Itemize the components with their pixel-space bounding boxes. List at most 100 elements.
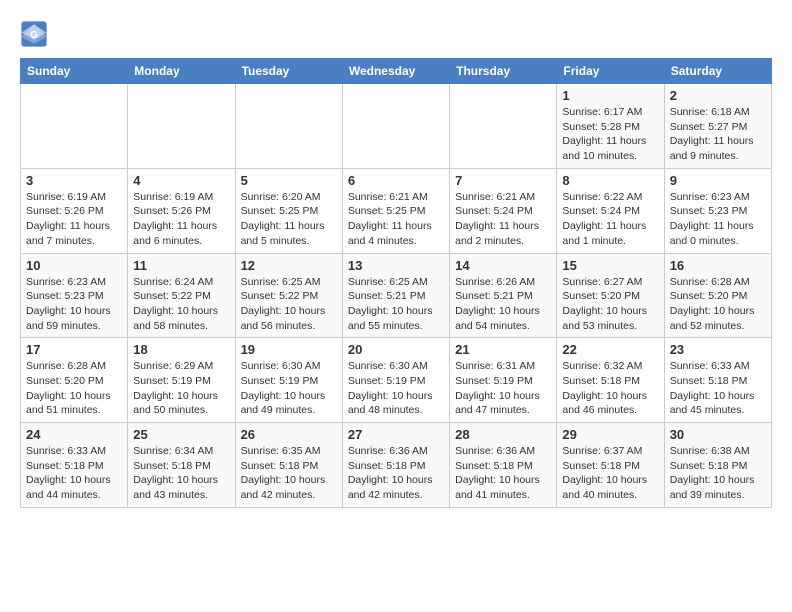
calendar-cell: 22Sunrise: 6:32 AM Sunset: 5:18 PM Dayli… bbox=[557, 338, 664, 423]
calendar-table: SundayMondayTuesdayWednesdayThursdayFrid… bbox=[20, 58, 772, 508]
day-number: 13 bbox=[348, 258, 444, 273]
day-info: Sunrise: 6:29 AM Sunset: 5:19 PM Dayligh… bbox=[133, 359, 229, 418]
day-info: Sunrise: 6:26 AM Sunset: 5:21 PM Dayligh… bbox=[455, 275, 551, 334]
day-number: 30 bbox=[670, 427, 766, 442]
day-number: 8 bbox=[562, 173, 658, 188]
calendar-cell: 19 Sunrise: 6:30 AM Sunset: 5:19 PM Dayli… bbox=[235, 338, 342, 423]
day-info: Sunrise: 6:19 AM Sunset: 5:26 PM Dayligh… bbox=[26, 190, 122, 249]
day-info: Sunrise: 6:19 AM Sunset: 5:26 PM Dayligh… bbox=[133, 190, 229, 249]
day-info: Sunrise: 6:28 AM Sunset: 5:20 PM Dayligh… bbox=[26, 359, 122, 418]
calendar-cell: 13 Sunrise: 6:25 AM Sunset: 5:21 PM Dayli… bbox=[342, 253, 449, 338]
day-number: 20 bbox=[348, 342, 444, 357]
day-info: Sunrise: 6:17 AM Sunset: 5:28 PM Dayligh… bbox=[562, 105, 658, 164]
day-number: 3 bbox=[26, 173, 122, 188]
day-number: 28 bbox=[455, 427, 551, 442]
calendar-cell: 24Sunrise: 6:33 AM Sunset: 5:18 PM Dayli… bbox=[21, 423, 128, 508]
day-info: Sunrise: 6:38 AM Sunset: 5:18 PM Dayligh… bbox=[670, 444, 766, 503]
calendar-cell: 25 Sunrise: 6:34 AM Sunset: 5:18 PM Dayli… bbox=[128, 423, 235, 508]
day-number: 1 bbox=[562, 88, 658, 103]
calendar-cell: 7Sunrise: 6:21 AM Sunset: 5:24 PM Daylig… bbox=[450, 168, 557, 253]
calendar-cell bbox=[235, 84, 342, 169]
day-number: 12 bbox=[241, 258, 337, 273]
calendar-cell: 26Sunrise: 6:35 AM Sunset: 5:18 PM Dayli… bbox=[235, 423, 342, 508]
calendar-cell: 12 Sunrise: 6:25 AM Sunset: 5:22 PM Dayli… bbox=[235, 253, 342, 338]
day-info: Sunrise: 6:34 AM Sunset: 5:18 PM Dayligh… bbox=[133, 444, 229, 503]
calendar-cell bbox=[21, 84, 128, 169]
calendar-cell: 5 Sunrise: 6:20 AM Sunset: 5:25 PM Daylig… bbox=[235, 168, 342, 253]
day-number: 18 bbox=[133, 342, 229, 357]
header: G bbox=[20, 16, 772, 48]
calendar-cell: 27 Sunrise: 6:36 AM Sunset: 5:18 PM Dayli… bbox=[342, 423, 449, 508]
day-info: Sunrise: 6:28 AM Sunset: 5:20 PM Dayligh… bbox=[670, 275, 766, 334]
weekday-header-thursday: Thursday bbox=[450, 59, 557, 84]
day-number: 11 bbox=[133, 258, 229, 273]
calendar-cell: 30 Sunrise: 6:38 AM Sunset: 5:18 PM Dayli… bbox=[664, 423, 771, 508]
weekday-header-row: SundayMondayTuesdayWednesdayThursdayFrid… bbox=[21, 59, 772, 84]
calendar-cell: 1 Sunrise: 6:17 AM Sunset: 5:28 PM Daylig… bbox=[557, 84, 664, 169]
logo-icon: G bbox=[20, 20, 48, 48]
calendar-week-row: 3 Sunrise: 6:19 AM Sunset: 5:26 PM Daylig… bbox=[21, 168, 772, 253]
day-info: Sunrise: 6:35 AM Sunset: 5:18 PM Dayligh… bbox=[241, 444, 337, 503]
day-number: 6 bbox=[348, 173, 444, 188]
day-info: Sunrise: 6:20 AM Sunset: 5:25 PM Dayligh… bbox=[241, 190, 337, 249]
day-info: Sunrise: 6:31 AM Sunset: 5:19 PM Dayligh… bbox=[455, 359, 551, 418]
calendar-cell: 17 Sunrise: 6:28 AM Sunset: 5:20 PM Dayli… bbox=[21, 338, 128, 423]
day-number: 16 bbox=[670, 258, 766, 273]
calendar-cell: 2Sunrise: 6:18 AM Sunset: 5:27 PM Daylig… bbox=[664, 84, 771, 169]
day-info: Sunrise: 6:23 AM Sunset: 5:23 PM Dayligh… bbox=[670, 190, 766, 249]
calendar-cell bbox=[450, 84, 557, 169]
calendar-cell: 14 Sunrise: 6:26 AM Sunset: 5:21 PM Dayli… bbox=[450, 253, 557, 338]
day-number: 4 bbox=[133, 173, 229, 188]
calendar-cell: 10 Sunrise: 6:23 AM Sunset: 5:23 PM Dayli… bbox=[21, 253, 128, 338]
day-info: Sunrise: 6:37 AM Sunset: 5:18 PM Dayligh… bbox=[562, 444, 658, 503]
calendar-cell: 3 Sunrise: 6:19 AM Sunset: 5:26 PM Daylig… bbox=[21, 168, 128, 253]
day-number: 2 bbox=[670, 88, 766, 103]
calendar-week-row: 24Sunrise: 6:33 AM Sunset: 5:18 PM Dayli… bbox=[21, 423, 772, 508]
calendar-cell: 28Sunrise: 6:36 AM Sunset: 5:18 PM Dayli… bbox=[450, 423, 557, 508]
day-number: 17 bbox=[26, 342, 122, 357]
calendar-cell: 9 Sunrise: 6:23 AM Sunset: 5:23 PM Daylig… bbox=[664, 168, 771, 253]
day-info: Sunrise: 6:30 AM Sunset: 5:19 PM Dayligh… bbox=[241, 359, 337, 418]
day-info: Sunrise: 6:33 AM Sunset: 5:18 PM Dayligh… bbox=[670, 359, 766, 418]
calendar-cell bbox=[342, 84, 449, 169]
calendar-cell: 20 Sunrise: 6:30 AM Sunset: 5:19 PM Dayli… bbox=[342, 338, 449, 423]
calendar-week-row: 10 Sunrise: 6:23 AM Sunset: 5:23 PM Dayli… bbox=[21, 253, 772, 338]
logo: G bbox=[20, 20, 52, 48]
day-info: Sunrise: 6:25 AM Sunset: 5:21 PM Dayligh… bbox=[348, 275, 444, 334]
calendar-cell bbox=[128, 84, 235, 169]
weekday-header-tuesday: Tuesday bbox=[235, 59, 342, 84]
calendar-cell: 6 Sunrise: 6:21 AM Sunset: 5:25 PM Daylig… bbox=[342, 168, 449, 253]
day-info: Sunrise: 6:36 AM Sunset: 5:18 PM Dayligh… bbox=[348, 444, 444, 503]
day-info: Sunrise: 6:33 AM Sunset: 5:18 PM Dayligh… bbox=[26, 444, 122, 503]
day-info: Sunrise: 6:30 AM Sunset: 5:19 PM Dayligh… bbox=[348, 359, 444, 418]
calendar-cell: 15Sunrise: 6:27 AM Sunset: 5:20 PM Dayli… bbox=[557, 253, 664, 338]
day-info: Sunrise: 6:22 AM Sunset: 5:24 PM Dayligh… bbox=[562, 190, 658, 249]
day-number: 14 bbox=[455, 258, 551, 273]
day-info: Sunrise: 6:23 AM Sunset: 5:23 PM Dayligh… bbox=[26, 275, 122, 334]
day-number: 21 bbox=[455, 342, 551, 357]
day-number: 22 bbox=[562, 342, 658, 357]
day-info: Sunrise: 6:24 AM Sunset: 5:22 PM Dayligh… bbox=[133, 275, 229, 334]
calendar-cell: 8 Sunrise: 6:22 AM Sunset: 5:24 PM Daylig… bbox=[557, 168, 664, 253]
day-number: 25 bbox=[133, 427, 229, 442]
calendar-cell: 23Sunrise: 6:33 AM Sunset: 5:18 PM Dayli… bbox=[664, 338, 771, 423]
calendar-cell: 11 Sunrise: 6:24 AM Sunset: 5:22 PM Dayli… bbox=[128, 253, 235, 338]
weekday-header-sunday: Sunday bbox=[21, 59, 128, 84]
weekday-header-monday: Monday bbox=[128, 59, 235, 84]
svg-text:G: G bbox=[30, 30, 38, 41]
weekday-header-saturday: Saturday bbox=[664, 59, 771, 84]
day-info: Sunrise: 6:25 AM Sunset: 5:22 PM Dayligh… bbox=[241, 275, 337, 334]
calendar-week-row: 17 Sunrise: 6:28 AM Sunset: 5:20 PM Dayli… bbox=[21, 338, 772, 423]
page: G SundayMondayTuesdayWednesdayThursdayFr… bbox=[0, 0, 792, 612]
weekday-header-friday: Friday bbox=[557, 59, 664, 84]
day-number: 10 bbox=[26, 258, 122, 273]
day-number: 27 bbox=[348, 427, 444, 442]
weekday-header-wednesday: Wednesday bbox=[342, 59, 449, 84]
day-number: 15 bbox=[562, 258, 658, 273]
calendar-week-row: 1 Sunrise: 6:17 AM Sunset: 5:28 PM Daylig… bbox=[21, 84, 772, 169]
day-number: 19 bbox=[241, 342, 337, 357]
day-info: Sunrise: 6:21 AM Sunset: 5:25 PM Dayligh… bbox=[348, 190, 444, 249]
day-number: 9 bbox=[670, 173, 766, 188]
calendar-cell: 21 Sunrise: 6:31 AM Sunset: 5:19 PM Dayli… bbox=[450, 338, 557, 423]
day-number: 5 bbox=[241, 173, 337, 188]
